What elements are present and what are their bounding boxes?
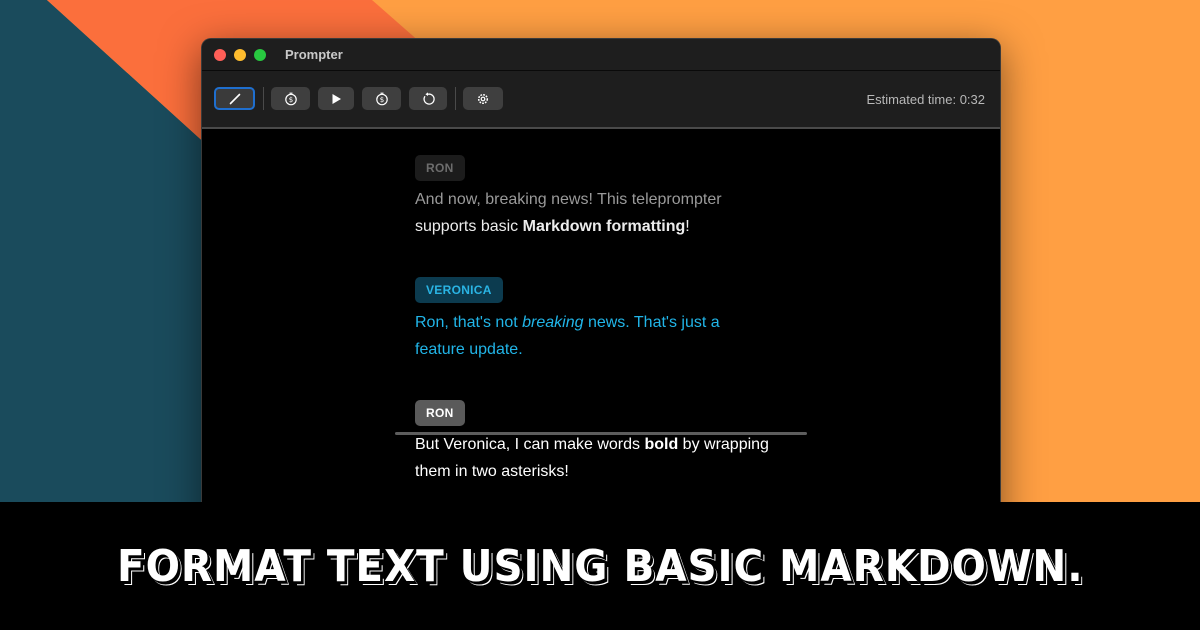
zoom-button[interactable] — [254, 48, 266, 61]
close-button[interactable] — [214, 48, 226, 61]
speaker-badge: RON — [415, 155, 465, 181]
edit-button[interactable] — [214, 87, 255, 110]
window-controls — [214, 48, 266, 61]
speaker-badge: RON — [415, 400, 465, 426]
script-line: feature update. — [415, 341, 523, 358]
caption-banner: Format text using basic Markdown. — [0, 502, 1200, 630]
script-line: supports basic Markdown formatting! — [415, 218, 690, 235]
italic-text: breaking — [522, 314, 584, 331]
window-title: Prompter — [285, 47, 343, 62]
pencil-icon — [228, 92, 242, 106]
timer-dollar-icon: $ — [284, 92, 298, 106]
svg-text:$: $ — [288, 96, 292, 104]
app-window: Prompter $ $ Estimated time: 0:32 RON An… — [201, 38, 1001, 539]
timer-dollar-icon: $ — [375, 92, 389, 106]
toolbar-separator — [455, 87, 456, 110]
script-line: Ron, that's not breaking news. That's ju… — [415, 314, 720, 331]
bold-text: Markdown formatting — [522, 218, 686, 235]
decrease-speed-button[interactable]: $ — [271, 87, 310, 110]
estimated-time: Estimated time: 0:32 — [866, 92, 986, 107]
script-view[interactable]: RON And now, breaking news! This telepro… — [202, 129, 1000, 539]
play-icon — [329, 92, 343, 106]
title-bar: Prompter — [202, 39, 1000, 71]
script-line: them in two asterisks! — [415, 463, 569, 480]
script-line: But Veronica, I can make words bold by w… — [415, 436, 769, 453]
toolbar: $ $ Estimated time: 0:32 — [202, 71, 1000, 129]
toolbar-separator — [263, 87, 264, 110]
caption-text: Format text using basic Markdown. — [116, 540, 1084, 592]
settings-button[interactable] — [463, 87, 503, 110]
bold-text: bold — [644, 436, 679, 453]
minimize-button[interactable] — [234, 48, 246, 61]
script-line: And now, breaking news! This teleprompte… — [415, 191, 722, 208]
reset-button[interactable] — [409, 87, 447, 110]
increase-speed-button[interactable]: $ — [362, 87, 401, 110]
play-button[interactable] — [318, 87, 354, 110]
svg-text:$: $ — [379, 96, 383, 104]
speaker-badge: VERONICA — [415, 277, 503, 303]
gear-icon — [476, 92, 490, 106]
reset-icon — [421, 91, 435, 106]
